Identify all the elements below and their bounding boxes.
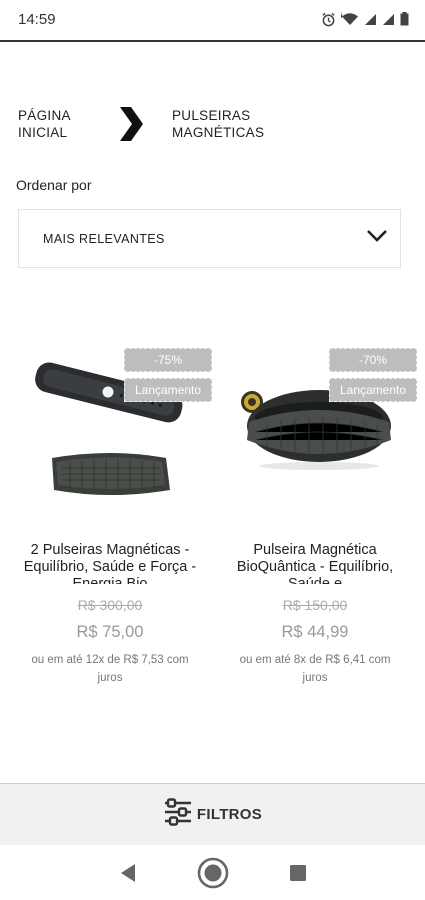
installments: ou em até 12x de R$ 7,53 com juros [31, 654, 189, 684]
product-media: -75% Lançamento [10, 340, 212, 520]
signal-icon [364, 13, 377, 26]
discount-badge: -70% [329, 348, 417, 372]
price: R$ 75,00 [76, 623, 144, 641]
filters-label: FILTROS [196, 806, 263, 823]
product-media: -70% Lançamento [215, 340, 417, 520]
wifi-icon [341, 12, 359, 26]
discount-badge: -75% [124, 348, 212, 372]
old-price: R$ 300,00 [77, 597, 143, 613]
system-nav-bar [0, 845, 425, 900]
recents-icon[interactable] [278, 853, 318, 893]
status-icons [321, 12, 409, 27]
breadcrumb: PÁGINA INICIAL PULSEIRAS MAGNÉTICAS [18, 102, 408, 146]
new-badge: Lançamento [124, 378, 212, 402]
breadcrumb-current: PULSEIRAS MAGNÉTICAS [172, 108, 265, 140]
breadcrumb-home-link[interactable]: PÁGINA INICIAL [18, 107, 110, 141]
old-price: R$ 150,00 [282, 597, 348, 613]
product-card[interactable]: -75% Lançamento 2 Pulseiras Magnéticas -… [10, 340, 212, 687]
sort-selected-value: MAIS RELEVANTES [43, 231, 165, 246]
sort-select[interactable]: MAIS RELEVANTES [18, 209, 401, 268]
filter-sliders-icon [163, 798, 193, 831]
product-name[interactable]: 2 Pulseiras Magnéticas - Equilíbrio, Saú… [10, 542, 210, 584]
chevron-right-icon [110, 104, 172, 144]
filters-button[interactable]: FILTROS [0, 783, 425, 845]
status-bar: 14:59 [0, 0, 425, 38]
battery-icon [400, 12, 409, 26]
status-time: 14:59 [18, 10, 56, 28]
top-divider [0, 40, 425, 42]
new-badge: Lançamento [329, 378, 417, 402]
chevron-down-icon [366, 229, 388, 248]
product-name[interactable]: Pulseira Magnética BioQuântica - Equilíb… [215, 542, 415, 584]
installments: ou em até 8x de R$ 6,41 com juros [239, 654, 391, 684]
home-icon[interactable] [193, 853, 233, 893]
sort-label: Ordenar por [16, 177, 92, 193]
product-card[interactable]: -70% Lançamento Pulseira Magnética BioQu… [215, 340, 417, 687]
back-icon[interactable] [108, 853, 148, 893]
price: R$ 44,99 [281, 623, 349, 641]
alarm-icon [321, 12, 336, 27]
signal-icon [382, 13, 395, 26]
